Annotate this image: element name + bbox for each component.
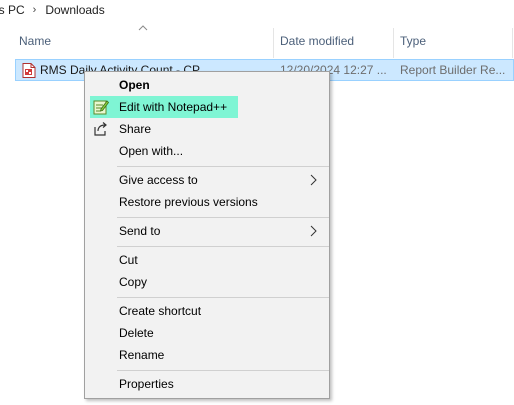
chevron-right-icon bbox=[310, 225, 317, 237]
menu-item-label: Copy bbox=[119, 275, 148, 289]
share-icon bbox=[94, 122, 107, 136]
menu-item-label: Delete bbox=[119, 326, 154, 340]
menu-item-label: Edit with Notepad++ bbox=[119, 100, 228, 114]
menu-item-label: Properties bbox=[119, 377, 174, 391]
menu-item-edit-with-notepad-plus-plus[interactable]: Edit with Notepad++ bbox=[87, 96, 327, 118]
menu-item-cut[interactable]: Cut bbox=[87, 249, 327, 271]
menu-item-label: Cut bbox=[119, 253, 138, 267]
report-file-icon bbox=[22, 63, 36, 78]
column-name[interactable]: Name bbox=[19, 22, 269, 59]
menu-item-rename[interactable]: Rename bbox=[87, 344, 327, 366]
column-divider[interactable] bbox=[393, 28, 394, 58]
menu-item-label: Give access to bbox=[119, 173, 198, 187]
chevron-right-icon bbox=[310, 174, 317, 186]
notepad-plus-plus-icon bbox=[93, 100, 109, 115]
menu-item-label: Create shortcut bbox=[119, 304, 202, 318]
file-type: Report Builder Re... bbox=[400, 63, 506, 77]
menu-item-give-access-to[interactable]: Give access to bbox=[87, 169, 327, 191]
menu-item-delete[interactable]: Delete bbox=[87, 322, 327, 344]
menu-item-label: Rename bbox=[119, 348, 165, 362]
breadcrumb-item-this-pc[interactable]: is PC bbox=[0, 3, 25, 17]
column-name-label: Name bbox=[19, 33, 52, 48]
menu-separator bbox=[117, 217, 329, 218]
column-header: Name Date modified Type bbox=[0, 22, 514, 59]
chevron-right-icon[interactable]: › bbox=[33, 4, 37, 16]
menu-item-send-to[interactable]: Send to bbox=[87, 220, 327, 242]
menu-item-restore-previous-versions[interactable]: Restore previous versions bbox=[87, 191, 327, 213]
menu-item-properties[interactable]: Properties bbox=[87, 373, 327, 395]
column-date-modified-label: Date modified bbox=[280, 33, 355, 48]
menu-separator bbox=[117, 297, 329, 298]
menu-separator bbox=[117, 370, 329, 371]
menu-item-label: Restore previous versions bbox=[119, 195, 258, 209]
column-date-modified[interactable]: Date modified bbox=[280, 22, 390, 59]
menu-item-label: Send to bbox=[119, 224, 161, 238]
menu-item-copy[interactable]: Copy bbox=[87, 271, 327, 293]
menu-separator bbox=[117, 246, 329, 247]
column-divider[interactable] bbox=[512, 28, 513, 58]
menu-item-label: Open with... bbox=[119, 144, 184, 158]
menu-item-label: Share bbox=[119, 122, 152, 136]
menu-item-create-shortcut[interactable]: Create shortcut bbox=[87, 300, 327, 322]
column-type[interactable]: Type bbox=[400, 22, 510, 59]
menu-item-open[interactable]: Open bbox=[87, 74, 327, 96]
breadcrumb: is PC › Downloads bbox=[0, 0, 514, 20]
breadcrumb-item-downloads[interactable]: Downloads bbox=[45, 3, 104, 17]
menu-separator bbox=[117, 166, 329, 167]
menu-item-label: Open bbox=[119, 78, 150, 92]
column-divider[interactable] bbox=[273, 28, 274, 58]
column-type-label: Type bbox=[400, 33, 427, 48]
context-menu: Open Edit with Notepad++ Share Open with… bbox=[84, 71, 330, 399]
menu-item-open-with[interactable]: Open with... bbox=[87, 140, 327, 162]
menu-item-share[interactable]: Share bbox=[87, 118, 327, 140]
